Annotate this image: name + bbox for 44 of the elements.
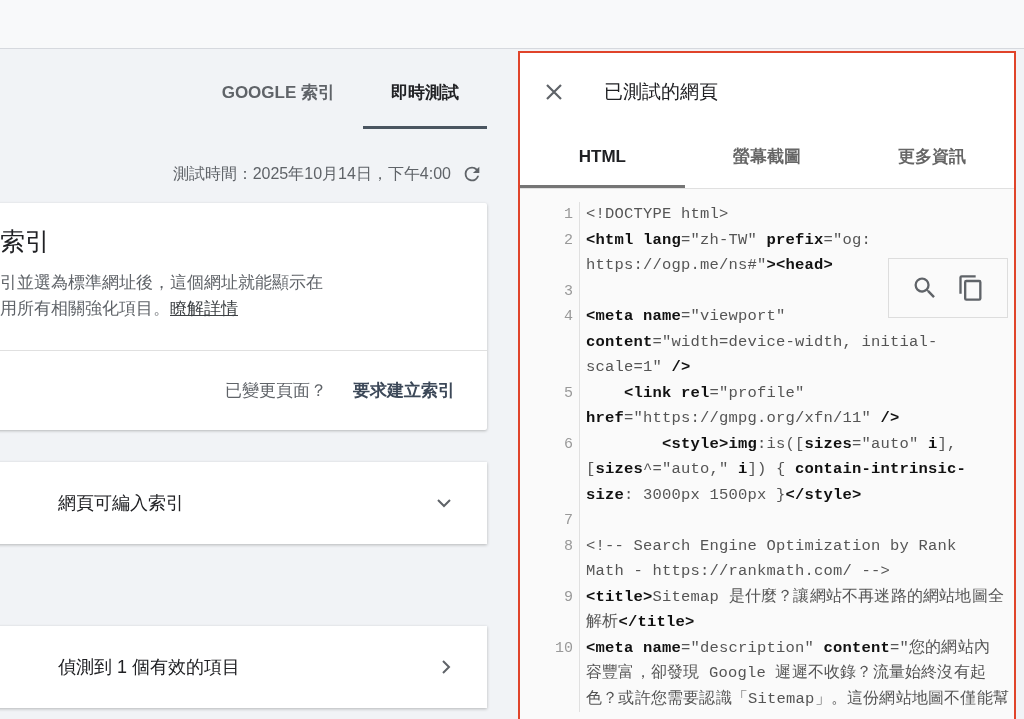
code-line: scale=1" /> xyxy=(586,357,692,378)
section-row[interactable]: 網頁可編入索引 xyxy=(0,462,487,544)
code-line: href="https://gmpg.org/xfn/11" /> xyxy=(586,408,901,429)
view-tab[interactable]: 即時測試 xyxy=(363,73,487,129)
line-number: 3 xyxy=(564,281,574,302)
line-number: 2 xyxy=(564,230,574,251)
card-description: 引並選為標準網址後，這個網址就能顯示在 用所有相關強化項目。瞭解詳情 xyxy=(0,272,324,320)
line-number: 6 xyxy=(564,434,574,455)
code-line: <html lang="zh-TW" prefix="og: xyxy=(586,229,873,251)
code-line: size: 3000px 1500px }</style> xyxy=(586,484,863,506)
panel-title: 已測試的網頁 xyxy=(604,80,718,104)
code-line: <!DOCTYPE html> xyxy=(586,204,730,225)
code-line: <link rel="profile" xyxy=(623,382,806,404)
line-number: 5 xyxy=(564,383,574,404)
line-number: 7 xyxy=(564,511,574,531)
code-line: <meta name="description" content="您的網站內 xyxy=(586,637,992,659)
panel-tab[interactable]: 螢幕截圖 xyxy=(684,129,850,188)
code-line: https://ogp.me/ns#"><head> xyxy=(586,255,835,276)
chevron-down-icon xyxy=(437,498,451,508)
line-number: 8 xyxy=(564,536,574,557)
section-row[interactable]: 偵測到 1 個有效的項目 xyxy=(0,626,487,708)
card-title: 索引 xyxy=(0,226,51,257)
code-line: 色？或許您需要認識「Sitemap」。這份網站地圖不僅能幫 xyxy=(586,688,1010,710)
code-line: [sizes^="auto," i]) { contain-intrinsic- xyxy=(586,459,968,480)
line-number: 10 xyxy=(555,638,574,659)
line-number: 9 xyxy=(564,587,574,608)
code-line: <title>Sitemap 是什麼？讓網站不再迷路的網站地圖全 xyxy=(586,586,1005,608)
code-line: <style>img:is([sizes="auto" i], xyxy=(661,433,958,455)
code-line: content="width=device-width, initial- xyxy=(586,331,939,353)
request-indexing-button[interactable]: 要求建立索引 xyxy=(353,379,455,402)
line-number: 4 xyxy=(564,307,574,327)
panel-tab[interactable]: 更多資訊 xyxy=(849,129,1014,188)
copy-button[interactable] xyxy=(957,274,985,302)
code-line: <meta name="viewport" xyxy=(586,306,787,327)
chevron-right-icon xyxy=(442,660,451,674)
code-line: 容豐富，卻發現 Google 遲遲不收錄？流量始終沒有起 xyxy=(586,662,987,684)
code-line: <!-- Search Engine Optimization by Rank xyxy=(586,535,958,557)
view-tab[interactable]: GOOGLE 索引 xyxy=(193,73,363,129)
code-line: 解析</title> xyxy=(586,612,696,633)
line-number: 1 xyxy=(564,205,574,225)
learn-more-link[interactable]: 瞭解詳情 xyxy=(170,299,238,318)
code-line: Math - https://rankmath.com/ --> xyxy=(586,561,892,582)
test-time: 測試時間：2025年10月14日，下午4:00 xyxy=(172,163,451,184)
changed-question: 已變更頁面？ xyxy=(225,380,327,402)
